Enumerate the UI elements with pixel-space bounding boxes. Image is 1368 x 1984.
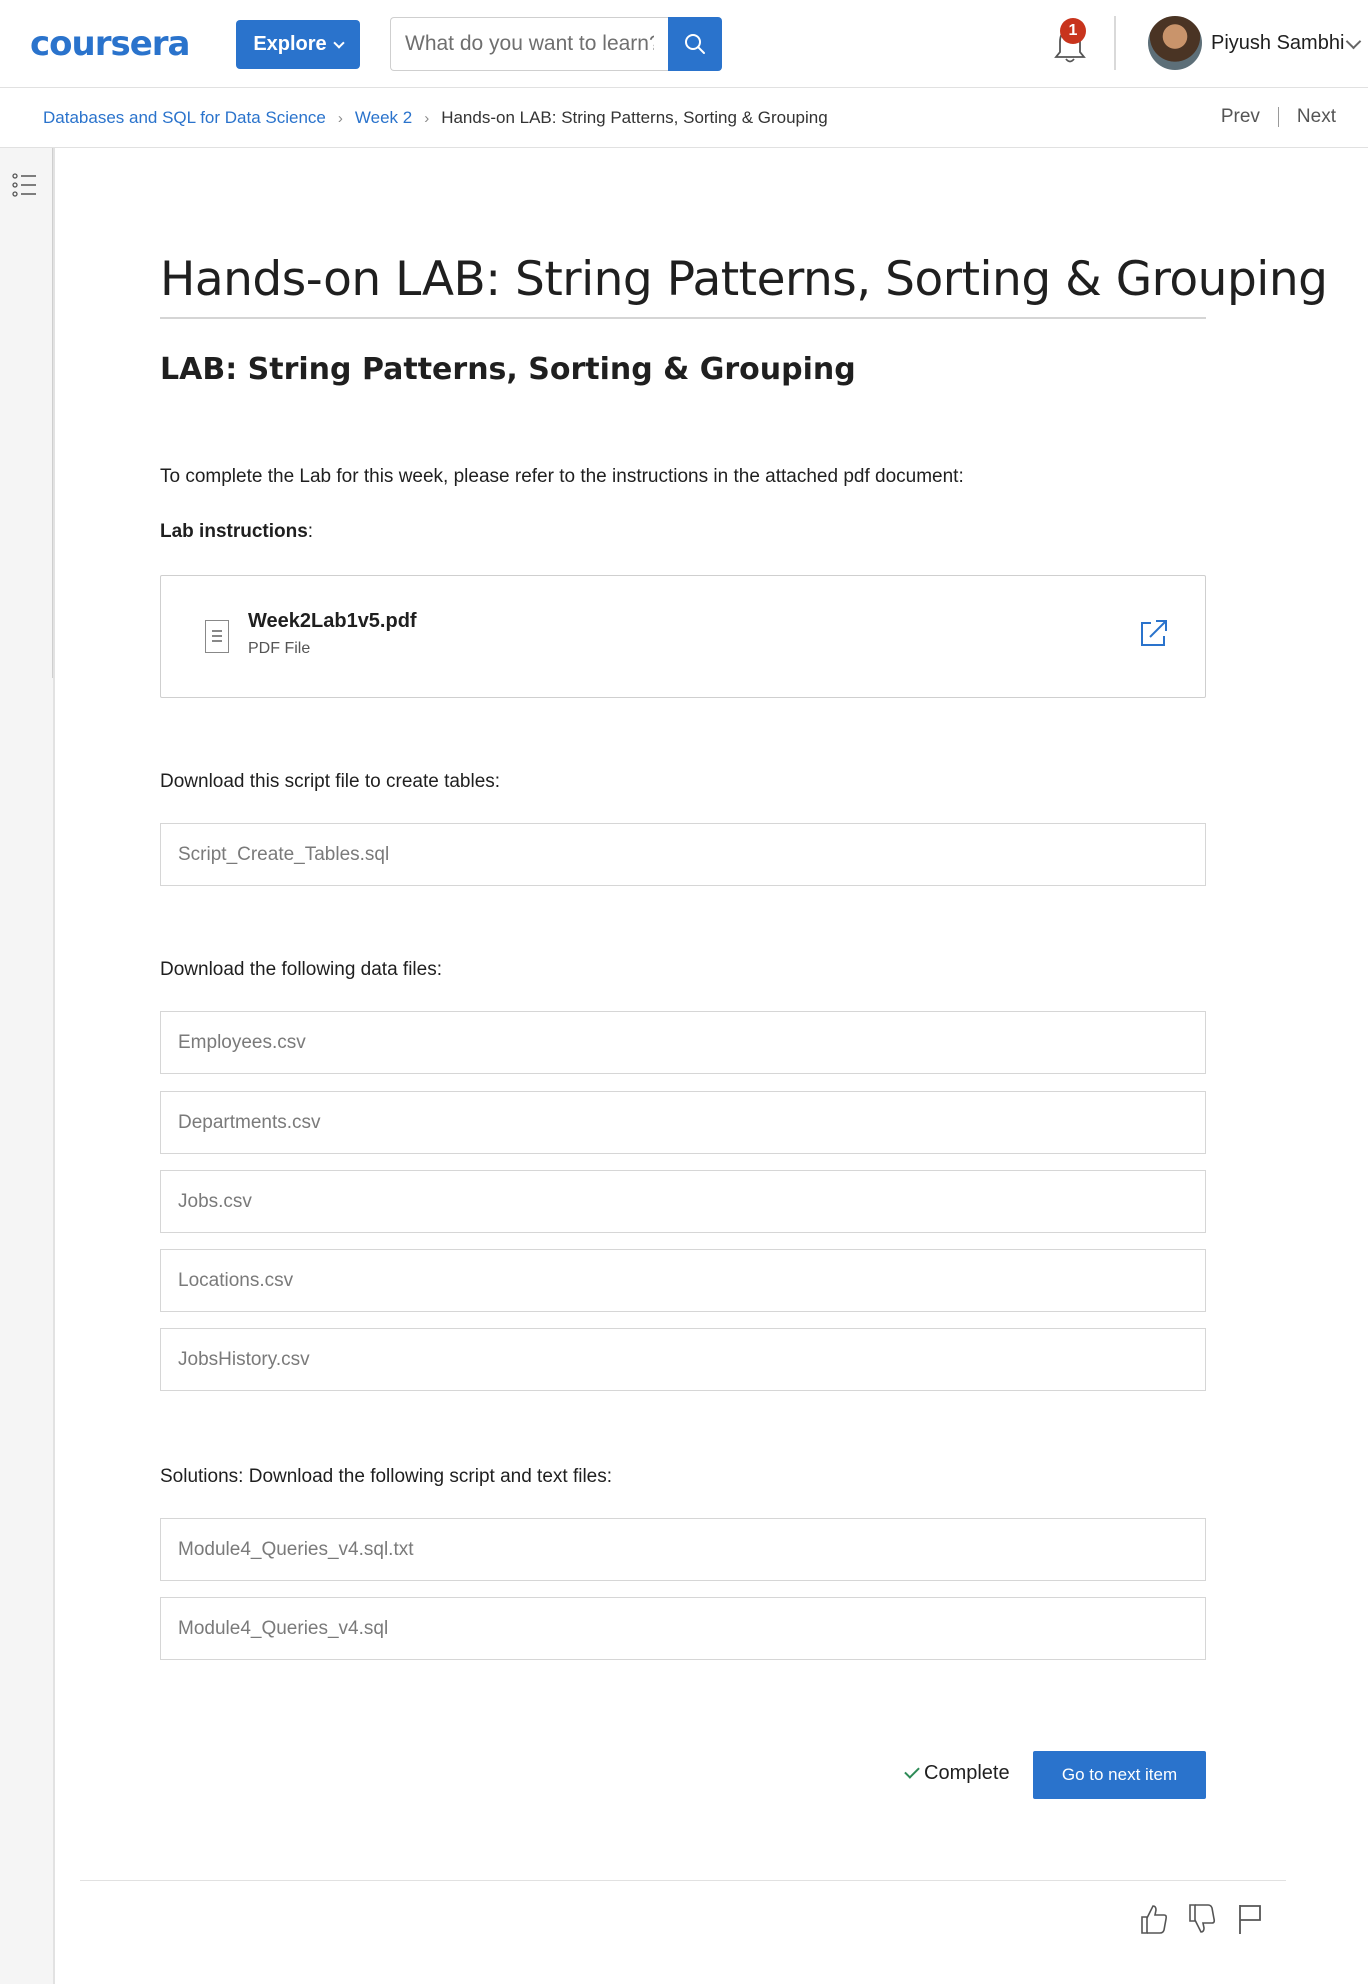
lab-instructions-colon: : [307,521,314,542]
file-link-employees[interactable]: Employees.csv [160,1011,1206,1074]
lab-instructions-heading: Lab instructions: [160,521,313,543]
top-navigation: coursera Explore 1 Piyush Sambhi [0,0,1368,88]
breadcrumb: Databases and SQL for Data Science › Wee… [43,108,828,128]
completion-status: Complete [904,1762,1010,1785]
attachment-name[interactable]: Week2Lab1v5.pdf [248,610,417,633]
user-name[interactable]: Piyush Sambhi [1211,32,1344,55]
chevron-down-icon [333,36,345,49]
file-link-script[interactable]: Script_Create_Tables.sql [160,823,1206,886]
breadcrumb-week[interactable]: Week 2 [355,108,412,128]
breadcrumb-course[interactable]: Databases and SQL for Data Science [43,108,326,128]
complete-label: Complete [924,1762,1010,1784]
intro-text: To complete the Lab for this week, pleas… [160,466,964,487]
explore-label: Explore [253,33,327,55]
left-rail [0,148,55,1984]
search-icon [685,34,705,54]
prev-link[interactable]: Prev [1221,106,1260,128]
file-link-departments[interactable]: Departments.csv [160,1091,1206,1154]
thumbs-down-icon[interactable] [1186,1902,1218,1936]
coursera-logo[interactable]: coursera [30,26,190,62]
solutions-heading: Solutions: Download the following script… [160,1466,613,1487]
item-navigation: Prev Next [1221,106,1336,128]
notification-badge: 1 [1060,18,1086,44]
attachment-type: PDF File [248,640,311,657]
page-title: Hands-on LAB: String Patterns, Sorting &… [160,252,1328,319]
search-button[interactable] [668,17,722,71]
file-link-jobs[interactable]: Jobs.csv [160,1170,1206,1233]
flag-icon[interactable] [1234,1902,1266,1936]
footer-divider [80,1880,1286,1881]
chevron-right-icon: › [424,109,430,127]
go-to-next-item-button[interactable]: Go to next item [1033,1751,1206,1799]
script-heading: Download this script file to create tabl… [160,771,501,792]
search-input[interactable] [390,17,668,71]
pdf-attachment[interactable]: Week2Lab1v5.pdf PDF File [160,575,1206,698]
lab-subtitle: LAB: String Patterns, Sorting & Grouping [160,352,856,387]
external-link-icon[interactable] [1139,618,1169,648]
file-link-locations[interactable]: Locations.csv [160,1249,1206,1312]
breadcrumb-bar: Databases and SQL for Data Science › Wee… [0,88,1368,148]
explore-button[interactable]: Explore [236,20,360,69]
table-of-contents-icon[interactable] [12,172,38,198]
chevron-right-icon: › [337,109,343,127]
data-files-heading: Download the following data files: [160,959,443,980]
thumbs-up-icon[interactable] [1138,1902,1170,1936]
file-link-jobshistory[interactable]: JobsHistory.csv [160,1328,1206,1391]
next-link[interactable]: Next [1297,106,1336,128]
divider [1277,107,1279,127]
search-bar [390,17,722,71]
file-link-solution-sql[interactable]: Module4_Queries_v4.sql [160,1597,1206,1660]
checkmark-icon [904,1762,920,1779]
document-icon [205,620,229,653]
breadcrumb-current: Hands-on LAB: String Patterns, Sorting &… [441,108,828,127]
chevron-down-icon[interactable] [1345,33,1362,50]
rail-panel [0,148,53,678]
lab-instructions-label: Lab instructions [160,521,308,542]
avatar[interactable] [1148,16,1202,70]
file-link-solution-txt[interactable]: Module4_Queries_v4.sql.txt [160,1518,1206,1581]
header-divider [1114,16,1116,70]
